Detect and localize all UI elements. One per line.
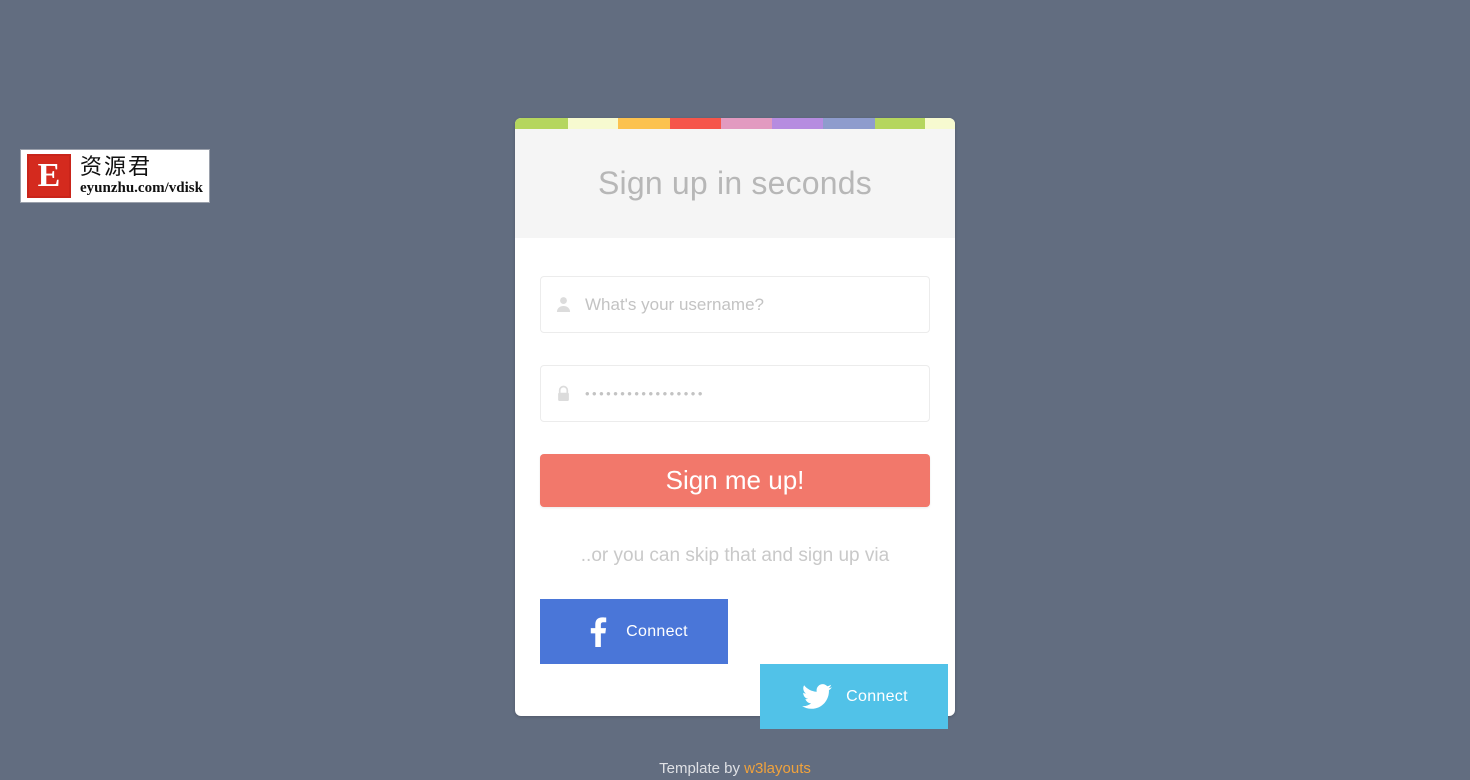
color-stripe-4 — [721, 118, 772, 129]
color-stripe-5 — [772, 118, 823, 129]
color-stripe-bar — [515, 118, 955, 129]
watermark-badge-letter: E — [37, 157, 61, 194]
facebook-icon — [580, 616, 614, 647]
user-icon — [541, 296, 585, 313]
twitter-icon — [800, 683, 834, 710]
twitter-connect-label: Connect — [846, 687, 908, 705]
username-input[interactable] — [585, 277, 929, 332]
facebook-connect-label: Connect — [626, 622, 688, 640]
card-body: Sign me up! ..or you can skip that and s… — [515, 238, 955, 729]
color-stripe-1 — [568, 118, 618, 129]
footer: Template by w3layouts — [0, 760, 1470, 777]
footer-prefix: Template by — [659, 760, 745, 777]
password-input[interactable] — [585, 366, 929, 421]
skip-helper-text: ..or you can skip that and sign up via — [580, 545, 890, 566]
card-header: Sign up in seconds — [515, 129, 955, 238]
password-field-wrapper[interactable] — [540, 365, 930, 422]
watermark-logo: E 资源君 eyunzhu.com/vdisk — [20, 149, 210, 203]
twitter-connect-button[interactable]: Connect — [760, 664, 948, 729]
watermark-text: 资源君 eyunzhu.com/vdisk — [80, 154, 203, 197]
sign-me-up-button[interactable]: Sign me up! — [540, 454, 930, 507]
page-title: Sign up in seconds — [597, 165, 872, 201]
color-stripe-7 — [875, 118, 925, 129]
color-stripe-3 — [670, 118, 721, 129]
w3layouts-link[interactable]: w3layouts — [744, 760, 811, 777]
watermark-badge: E — [27, 154, 71, 198]
social-buttons-area: Connect Connect — [540, 599, 948, 729]
color-stripe-8 — [925, 118, 955, 129]
color-stripe-2 — [618, 118, 670, 129]
watermark-chinese-text: 资源君 — [80, 154, 153, 180]
lock-icon — [541, 385, 585, 403]
color-stripe-6 — [823, 118, 875, 129]
facebook-connect-button[interactable]: Connect — [540, 599, 728, 664]
color-stripe-0 — [515, 118, 568, 129]
signup-card: Sign up in seconds Sign me up — [515, 118, 955, 729]
username-field-wrapper[interactable] — [540, 276, 930, 333]
watermark-url: eyunzhu.com/vdisk — [80, 179, 203, 196]
